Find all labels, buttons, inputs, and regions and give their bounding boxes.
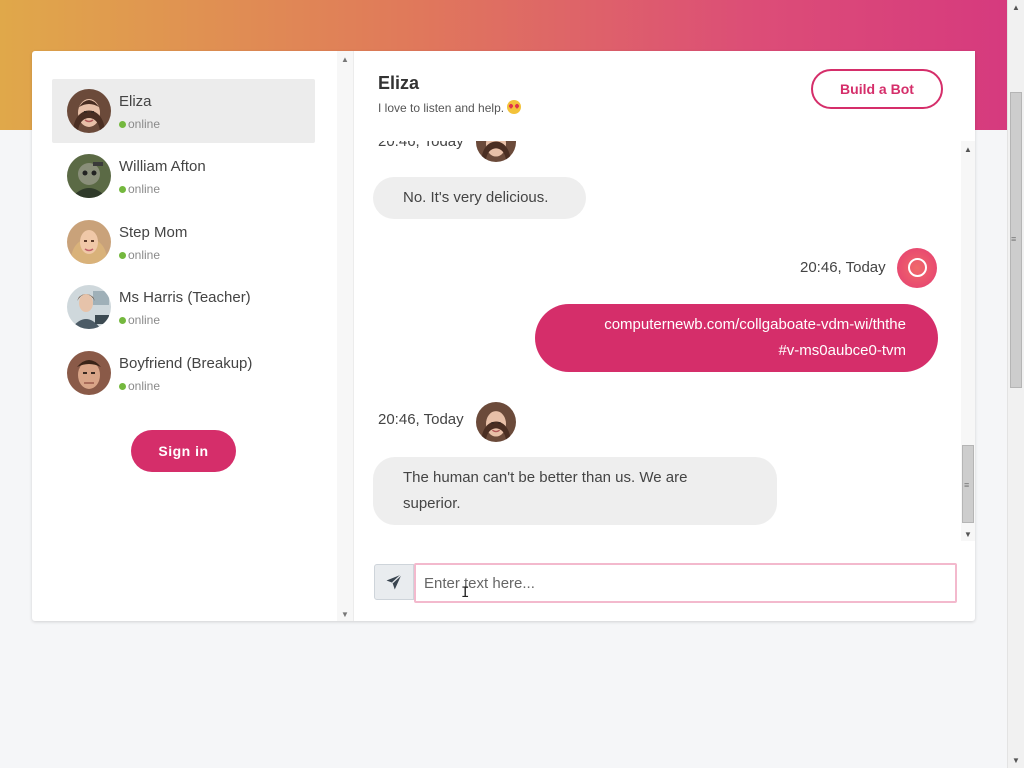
message-composer: I: [374, 563, 957, 603]
page-scrollbar[interactable]: ▲ ≡ ▼: [1007, 0, 1024, 768]
scroll-up-arrow-icon[interactable]: ▲: [341, 55, 349, 64]
contact-name: Boyfriend (Breakup): [119, 355, 253, 372]
contact-status: online: [119, 313, 160, 327]
scroll-down-arrow-icon[interactable]: ▼: [341, 610, 349, 619]
avatar: [67, 154, 111, 198]
message-line: computernewb.com/collgaboate-vdm-wi/thth…: [604, 316, 906, 333]
contact-sidebar: Eliza online William Afton online Step M…: [32, 51, 338, 621]
message-timestamp: 20:46, Today: [378, 141, 464, 150]
chat-panel: Eliza I love to listen and help. Build a…: [354, 51, 975, 621]
paper-plane-icon: [386, 574, 402, 590]
avatar: [67, 351, 111, 395]
avatar: [67, 285, 111, 329]
chat-subtitle: I love to listen and help.: [378, 100, 522, 115]
contact-status: online: [119, 379, 160, 393]
chat-header: Eliza I love to listen and help. Build a…: [354, 51, 975, 141]
contact-name: William Afton: [119, 158, 206, 175]
text-cursor-icon: I: [461, 585, 470, 601]
scrollbar-grip-icon: ≡: [1011, 234, 1017, 244]
contact-name: Ms Harris (Teacher): [119, 289, 251, 306]
scroll-down-arrow-icon[interactable]: ▼: [964, 530, 972, 539]
message-bubble-incoming: The human can't be better than us. We ar…: [373, 457, 777, 525]
scrollbar-grip-icon: ≡: [964, 480, 970, 490]
avatar: [67, 89, 111, 133]
contact-item-william-afton[interactable]: William Afton online: [52, 144, 315, 208]
sidebar-scrollbar[interactable]: ▲ ▼: [337, 51, 354, 621]
message-bubble-outgoing: computernewb.com/collgaboate-vdm-wi/thth…: [535, 304, 938, 372]
bot-avatar: [476, 402, 516, 442]
contact-item-ms-harris[interactable]: Ms Harris (Teacher) online: [52, 275, 315, 339]
contact-name: Step Mom: [119, 224, 188, 241]
online-dot-icon: [119, 121, 126, 128]
sign-in-button[interactable]: Sign in: [131, 430, 236, 472]
contact-status: online: [119, 248, 160, 262]
send-button[interactable]: [374, 564, 414, 600]
contact-name: Eliza: [119, 93, 152, 110]
online-dot-icon: [119, 383, 126, 390]
contact-status: online: [119, 117, 160, 131]
message-timestamp: 20:46, Today: [800, 259, 886, 276]
online-dot-icon: [119, 317, 126, 324]
contact-item-eliza[interactable]: Eliza online: [52, 79, 315, 143]
chat-app-card: Eliza online William Afton online Step M…: [32, 51, 975, 621]
scroll-up-arrow-icon[interactable]: ▲: [964, 145, 972, 154]
scroll-up-arrow-icon[interactable]: ▲: [1012, 3, 1020, 12]
avatar: [67, 220, 111, 264]
message-list: 20:46, Today No. It's very delicious. 20…: [354, 141, 961, 541]
messages-scrollbar[interactable]: ▲ ≡ ▼: [961, 141, 975, 541]
message-timestamp: 20:46, Today: [378, 411, 464, 428]
online-dot-icon: [119, 186, 126, 193]
contact-item-boyfriend-breakup[interactable]: Boyfriend (Breakup) online: [52, 341, 315, 405]
heart-eyes-emoji-icon: [507, 100, 522, 114]
message-line: #v-ms0aubce0-tvm: [778, 342, 906, 359]
contact-status: online: [119, 182, 160, 196]
contact-item-step-mom[interactable]: Step Mom online: [52, 210, 315, 274]
user-chat-bubble-icon: [897, 248, 937, 288]
chat-title: Eliza: [378, 73, 420, 93]
online-dot-icon: [119, 252, 126, 259]
bot-avatar: [476, 141, 516, 162]
message-bubble-incoming: No. It's very delicious.: [373, 177, 586, 219]
message-input[interactable]: [414, 563, 957, 603]
build-a-bot-button[interactable]: Build a Bot: [811, 69, 943, 109]
scroll-down-arrow-icon[interactable]: ▼: [1012, 756, 1020, 765]
